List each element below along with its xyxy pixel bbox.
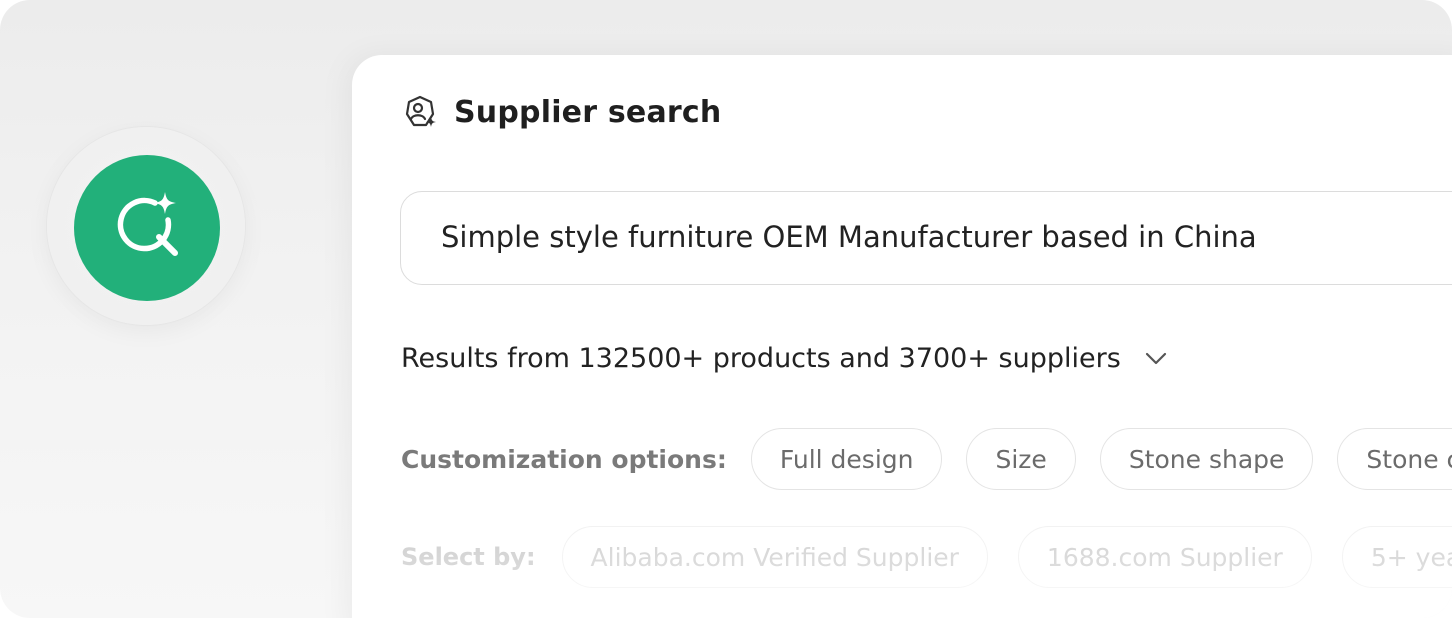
customization-options-row: Customization options: Full design Size … xyxy=(401,427,1452,491)
chip-1688-supplier[interactable]: 1688.com Supplier xyxy=(1017,526,1312,588)
search-query-text[interactable]: Simple style furniture OEM Manufacturer … xyxy=(441,220,1257,254)
chip-stone-shape[interactable]: Stone shape xyxy=(1099,428,1314,490)
panel-header: Supplier search xyxy=(402,92,721,132)
results-summary-row[interactable]: Results from 132500+ products and 3700+ … xyxy=(401,338,1171,378)
select-by-row: Select by: Alibaba.com Verified Supplier… xyxy=(401,525,1452,589)
search-input[interactable]: Simple style furniture OEM Manufacturer … xyxy=(400,191,1452,285)
supplier-sparkle-icon xyxy=(402,94,438,130)
chip-stone-color[interactable]: Stone c xyxy=(1337,428,1452,490)
chevron-down-icon[interactable] xyxy=(1141,343,1171,373)
chip-size[interactable]: Size xyxy=(966,428,1076,490)
app-frame: Supplier search Simple style furniture O… xyxy=(0,0,1452,618)
chip-alibaba-verified[interactable]: Alibaba.com Verified Supplier xyxy=(561,526,988,588)
results-summary: Results from 132500+ products and 3700+ … xyxy=(401,342,1121,374)
ai-search-sparkle-icon xyxy=(117,192,178,256)
chip-years[interactable]: 5+ yea xyxy=(1341,526,1452,588)
chip-full-design[interactable]: Full design xyxy=(750,428,943,490)
page-title: Supplier search xyxy=(454,94,722,130)
select-by-label: Select by: xyxy=(401,543,536,571)
customization-label: Customization options: xyxy=(401,444,727,474)
ai-search-badge[interactable] xyxy=(74,155,220,301)
